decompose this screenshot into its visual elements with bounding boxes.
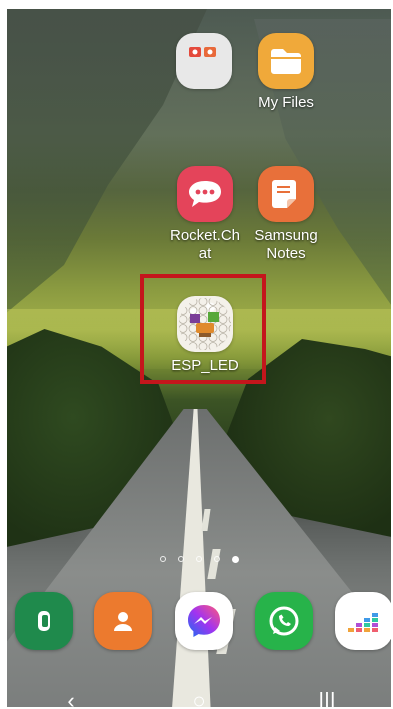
- app-folder[interactable]: [162, 33, 246, 94]
- folder-icon: [176, 33, 232, 89]
- dock-phone-app[interactable]: [15, 592, 73, 650]
- page-dot[interactable]: [159, 556, 166, 562]
- back-button[interactable]: ‹: [41, 688, 101, 707]
- dock-contacts-app[interactable]: [94, 592, 152, 650]
- whatsapp-icon: [269, 606, 299, 636]
- samsung-notes-icon: [258, 166, 314, 222]
- home-icon: ○: [192, 688, 206, 707]
- rocket-chat-icon: [177, 166, 233, 222]
- page-dot[interactable]: [213, 556, 220, 562]
- home-button[interactable]: ○: [169, 688, 229, 707]
- navigation-bar: ‹ ○ |||: [7, 684, 391, 707]
- highlight-box: [140, 274, 266, 384]
- contacts-icon: [114, 612, 132, 631]
- app-label: My Files: [258, 94, 314, 111]
- recents-button[interactable]: |||: [297, 688, 357, 707]
- back-icon: ‹: [67, 688, 75, 707]
- page-dot[interactable]: [195, 556, 202, 562]
- dock-deezer-app[interactable]: [335, 592, 391, 650]
- page-dot[interactable]: [177, 556, 184, 562]
- page-indicator: [7, 556, 391, 563]
- page-dot-active[interactable]: [231, 556, 239, 563]
- deezer-icon: [348, 613, 378, 632]
- app-label: Rocket.Ch at: [169, 227, 241, 262]
- app-rocket-chat[interactable]: Rocket.Ch at: [163, 166, 247, 263]
- dock-messenger-app[interactable]: [175, 592, 233, 650]
- app-my-files[interactable]: My Files: [244, 33, 328, 112]
- phone-icon: [38, 611, 50, 631]
- messenger-icon: [188, 605, 220, 637]
- dock-whatsapp-app[interactable]: [255, 592, 313, 650]
- app-samsung-notes[interactable]: Samsung Notes: [244, 166, 328, 263]
- my-files-icon: [258, 33, 314, 89]
- recents-icon: |||: [318, 688, 336, 707]
- app-label: Samsung Notes: [254, 227, 318, 262]
